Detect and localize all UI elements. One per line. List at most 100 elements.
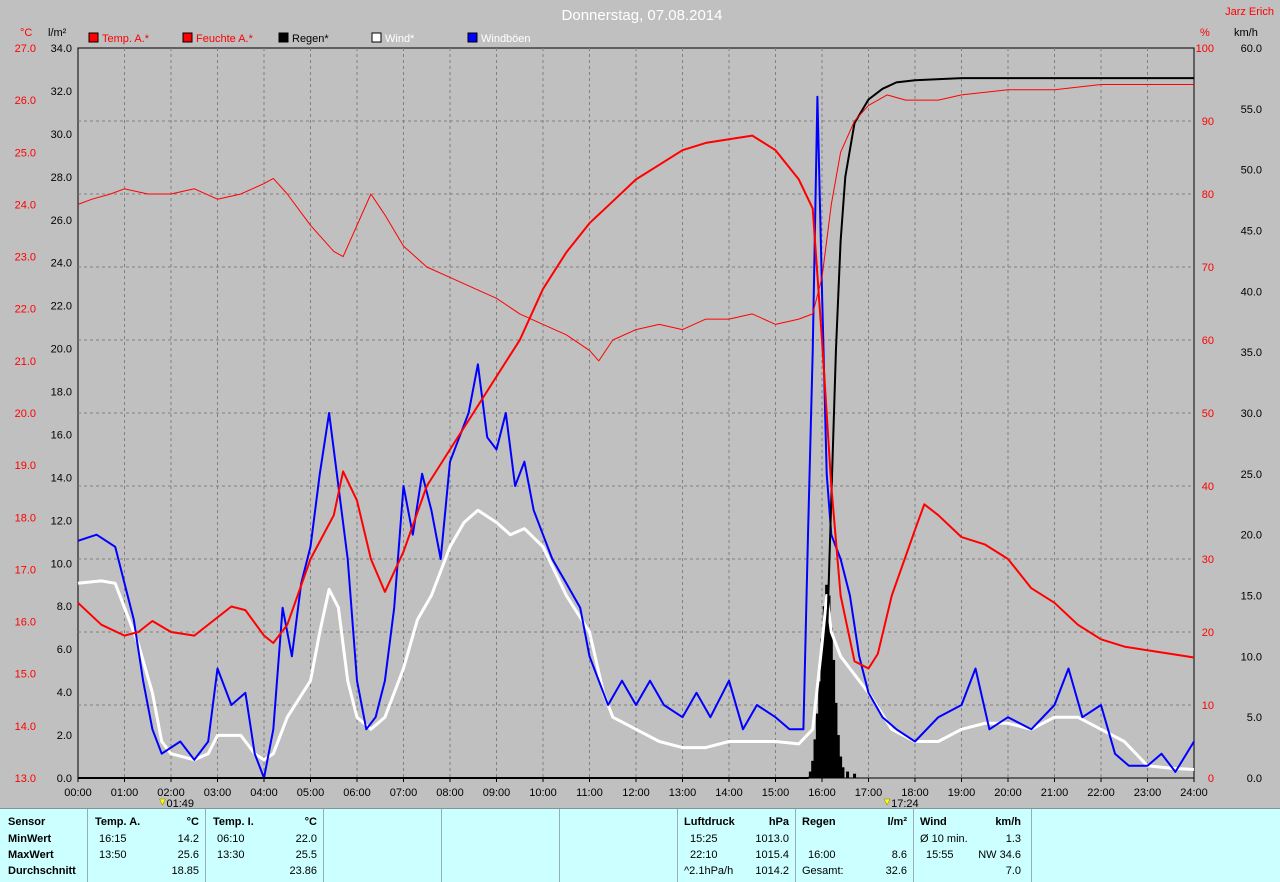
temp-tick-label: 16.0 [15,617,36,629]
temp-tick-label: 15.0 [15,669,36,681]
stats-pressure-unit: hPa [768,816,789,828]
sunrise-time: 01:49 [166,798,194,808]
temp-tick-label: 22.0 [15,304,36,316]
stats-temp-a-max-val: 25.6 [177,849,199,861]
humidity-tick-label: 70 [1202,262,1214,274]
rain-tick-label: 20.0 [51,344,72,356]
rain-tick-label: 14.0 [51,472,72,484]
stats-temp-a-avg: 18.85 [171,865,199,877]
legend-label: Feuchte A.* [196,33,254,45]
time-tick-label: 15:00 [762,787,790,799]
stats-temp-a-unit: °C [186,816,199,828]
stats-temp-i-max-val: 25.5 [295,849,317,861]
wind-tick-label: 30.0 [1241,408,1262,420]
rain-tick-label: 26.0 [51,215,72,227]
wind-unit-label: km/h [1234,27,1258,39]
stats-pressure-avg: 1014.2 [755,865,789,877]
rain-tick-label: 4.0 [57,687,72,699]
stats-wind-mean: 7.0 [1005,865,1021,877]
time-tick-label: 14:00 [715,787,743,799]
rain-tick-label: 18.0 [51,387,72,399]
temp-tick-label: 14.0 [15,721,36,733]
rain-tick-label: 28.0 [51,172,72,184]
rain-tick-label: 0.0 [57,773,72,785]
rain-tick-label: 8.0 [57,601,72,613]
time-tick-label: 04:00 [250,787,278,799]
wind-tick-label: 0.0 [1247,773,1262,785]
rain-tick-label: 34.0 [51,43,72,55]
time-tick-label: 03:00 [204,787,232,799]
time-tick-label: 20:00 [994,787,1022,799]
stats-wind-avg-val: 1.3 [1005,833,1021,845]
humidity-tick-label: 10 [1202,700,1214,712]
wind-tick-label: 50.0 [1241,165,1262,177]
rain-tick-label: 30.0 [51,129,72,141]
legend-label: Regen* [292,33,329,45]
temp-tick-label: 25.0 [15,147,36,159]
rain-tick-label: 32.0 [51,86,72,98]
stats-wind-unit: km/h [995,816,1021,828]
humidity-tick-label: 80 [1202,189,1214,201]
humidity-tick-label: 50 [1202,408,1214,420]
temp-tick-label: 27.0 [15,43,36,55]
rain-tick-label: 2.0 [57,730,72,742]
temp-tick-label: 19.0 [15,460,36,472]
temp-tick-label: 18.0 [15,512,36,524]
stats-row-max: MaxWert [8,849,54,861]
temp-tick-label: 20.0 [15,408,36,420]
rain-tick-label: 10.0 [51,558,72,570]
humidity-tick-label: 60 [1202,335,1214,347]
time-tick-label: 07:00 [390,787,418,799]
time-tick-label: 09:00 [483,787,511,799]
stats-temp-a-header: Temp. A. [95,816,141,828]
rain-tick-label: 22.0 [51,301,72,313]
stats-temp-i-min-val: 22.0 [295,833,317,845]
stats-wind-max-val: NW 34.6 [978,849,1021,861]
legend-label: Temp. A.* [102,33,150,45]
rain-tick-label: 12.0 [51,515,72,527]
time-tick-label: 00:00 [64,787,92,799]
stats-wind-max-time: 15:55 [926,849,954,861]
wind-tick-label: 20.0 [1241,530,1262,542]
weather-chart: Donnerstag, 07.08.2014 Jarz Erich °C l/m… [0,0,1280,808]
wind-tick-label: 15.0 [1241,591,1262,603]
stats-temp-i-header: Temp. I. [213,816,254,828]
chart-grid [77,47,1195,779]
stats-wind-header: Wind [920,816,947,828]
humidity-tick-label: 20 [1202,627,1214,639]
stats-col-wind: Wind km/h Ø 10 min. 1.3 15:55 NW 34.6 7.… [914,809,1032,882]
stats-col-pressure: Luftdruck hPa 15:25 1013.0 22:10 1015.4 … [678,809,796,882]
stats-col-empty-1 [324,809,442,882]
time-tick-label: 11:00 [576,787,603,799]
stats-temp-i-max-time: 13:30 [217,849,245,861]
weather-chart-window: Donnerstag, 07.08.2014 Jarz Erich °C l/m… [0,0,1280,882]
stats-pressure-max-time: 22:10 [690,849,718,861]
legend-label: Wind* [385,33,415,45]
time-tick-label: 21:00 [1041,787,1069,799]
stats-pressure-min-val: 1013.0 [755,833,789,845]
legend-label: Windböen [481,33,531,45]
time-tick-label: 05:00 [297,787,325,799]
rain-rate-bar [846,771,850,778]
stats-temp-i-avg: 23.86 [289,865,317,877]
legend-swatch [278,32,289,43]
stats-temp-a-max-time: 13:50 [99,849,127,861]
stats-sensor-header: Sensor [8,816,46,828]
stats-pressure-max-val: 1015.4 [755,849,789,861]
temp-tick-label: 17.0 [15,564,36,576]
time-tick-label: 19:00 [948,787,976,799]
stats-rain-unit: l/m² [887,816,907,828]
temp-tick-label: 24.0 [15,199,36,211]
humidity-tick-label: 40 [1202,481,1214,493]
wind-tick-label: 10.0 [1241,651,1262,663]
stats-pressure-header: Luftdruck [684,816,735,828]
stats-temp-i-min-time: 06:10 [217,833,245,845]
legend-swatch [371,32,382,43]
stats-col-rain: Regen l/m² 16:00 8.6 Gesamt: 32.6 [796,809,914,882]
stats-temp-a-min-time: 16:15 [99,833,127,845]
time-tick-label: 06:00 [343,787,371,799]
wind-tick-label: 40.0 [1241,286,1262,298]
rain-rate-bar [853,773,857,778]
stats-col-empty-3 [560,809,678,882]
temp-unit-label: °C [20,27,32,39]
